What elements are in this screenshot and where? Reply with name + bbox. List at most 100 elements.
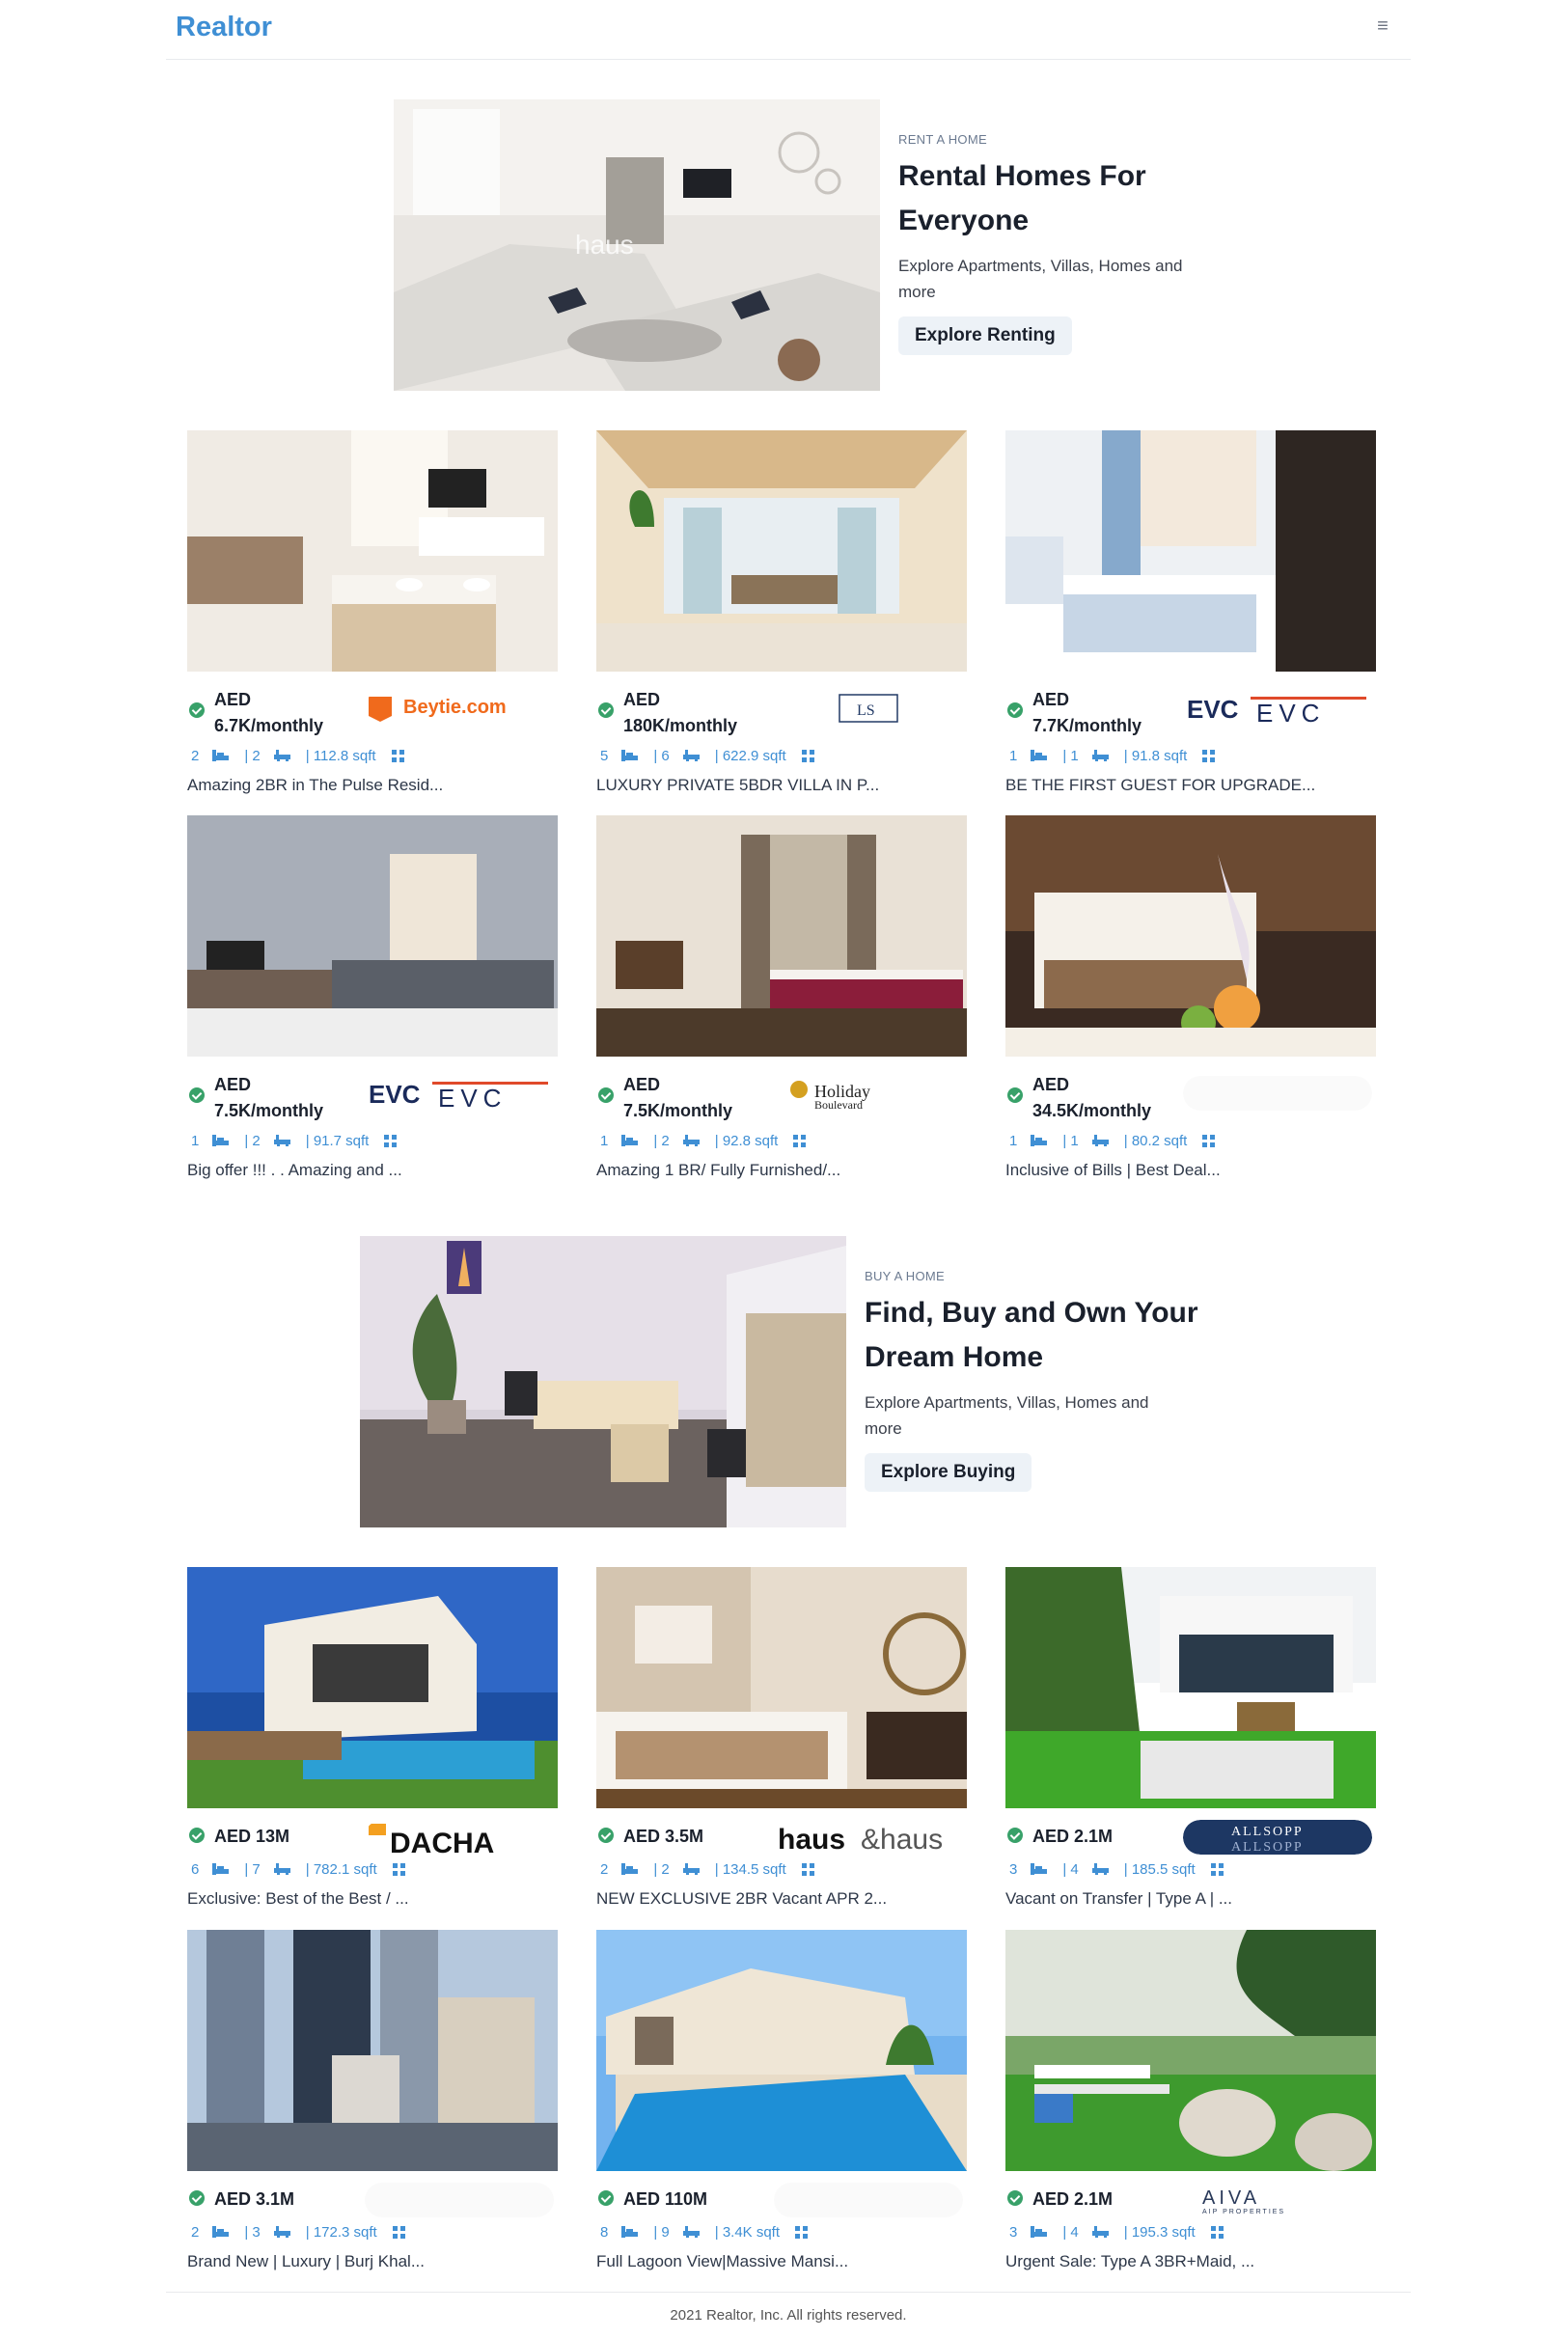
listing-card[interactable]: AED 2.1M ALLSOPP ALLSOPP 3 | 4 | 185.5 sqft Va… bbox=[1005, 1567, 1376, 1916]
listing-title[interactable]: Brand New | Luxury | Burj Khal... bbox=[187, 2252, 425, 2271]
listing-card[interactable]: AED 110M 8 | 9 | 3.4K sqft Full Lagoon View|… bbox=[596, 1930, 967, 2279]
logo[interactable]: Realtor bbox=[176, 12, 272, 43]
listing-card[interactable]: AED 3.1M 2 | 3 | 172.3 sqft Brand New | Luxu… bbox=[187, 1930, 558, 2279]
svg-text:haus: haus bbox=[778, 1824, 845, 1855]
listing-card[interactable]: AED 180K/monthly LS 5 | 6 | 622.9 sqft LUXURY… bbox=[596, 430, 967, 803]
listing-image[interactable] bbox=[596, 1930, 967, 2171]
svg-text:Boulevard: Boulevard bbox=[814, 1098, 863, 1111]
listing-card[interactable]: AED 7.5K/monthly EVC EVC 1 | 2 | 91.7 sqft Big… bbox=[187, 815, 558, 1188]
listing-image[interactable] bbox=[1005, 1567, 1376, 1808]
verified-check-icon bbox=[1007, 2190, 1023, 2206]
listing-image[interactable] bbox=[187, 1930, 558, 2171]
listing-stats: 8 | 9 | 3.4K sqft bbox=[596, 2223, 809, 2241]
listing-title[interactable]: LUXURY PRIVATE 5BDR VILLA IN P... bbox=[596, 776, 879, 795]
bath-icon bbox=[682, 750, 700, 762]
listing-image[interactable] bbox=[1005, 815, 1376, 1057]
listing-title[interactable]: Exclusive: Best of the Best / ... bbox=[187, 1889, 409, 1909]
area-size: | 622.9 sqft bbox=[714, 747, 786, 764]
listing-card[interactable]: AED 7.7K/monthly EVC EVC 1 | 1 | 91.8 sqft BE … bbox=[1005, 430, 1376, 803]
listing-image[interactable] bbox=[187, 430, 558, 672]
rooms-count: 1 bbox=[1009, 747, 1018, 764]
listing-image[interactable] bbox=[187, 1567, 558, 1808]
listing-title[interactable]: Urgent Sale: Type A 3BR+Maid, ... bbox=[1005, 2252, 1254, 2271]
listing-image[interactable] bbox=[1005, 430, 1376, 672]
listing-image[interactable] bbox=[1005, 1930, 1376, 2171]
listing-card[interactable]: AED 3.5M haus &haus 2 | 2 | 134.5 sqft NEW EXC… bbox=[596, 1567, 967, 1916]
listing-title[interactable]: Big offer !!! . . Amazing and ... bbox=[187, 1161, 402, 1180]
rent-banner-image: haus bbox=[394, 99, 880, 391]
grid-icon bbox=[391, 749, 404, 762]
area-size: | 92.8 sqft bbox=[714, 1132, 779, 1149]
listing-title[interactable]: BE THE FIRST GUEST FOR UPGRADE... bbox=[1005, 776, 1315, 795]
rooms-count: 1 bbox=[191, 1132, 200, 1149]
grid-icon bbox=[384, 1134, 398, 1147]
listing-card[interactable]: AED 2.1M AIVA AIP PROPERTIES 3 | 4 | 195.3 sq… bbox=[1005, 1930, 1376, 2279]
listing-card[interactable]: AED 7.5K/monthly Holiday Boulevard 1 | 2 | 92… bbox=[596, 815, 967, 1188]
agency-logo: ALLSOPP ALLSOPP bbox=[1183, 1820, 1372, 1855]
listing-stats: 5 | 6 | 622.9 sqft bbox=[596, 747, 814, 764]
verified-check-icon bbox=[598, 702, 614, 718]
listing-title[interactable]: Amazing 1 BR/ Fully Furnished/... bbox=[596, 1161, 840, 1180]
listing-stats: 1 | 2 | 91.7 sqft bbox=[187, 1132, 398, 1149]
listing-title[interactable]: Inclusive of Bills | Best Deal... bbox=[1005, 1161, 1221, 1180]
listing-price: AED 7.5K/monthly bbox=[214, 1075, 324, 1120]
baths-count: | 6 bbox=[653, 747, 670, 764]
rooms-count: 1 bbox=[1009, 1132, 1018, 1149]
rent-banner-text: RENT A HOME Rental Homes For Everyone Ex… bbox=[898, 132, 1207, 355]
listing-title[interactable]: Amazing 2BR in The Pulse Resid... bbox=[187, 776, 443, 795]
listing-image[interactable] bbox=[596, 430, 967, 672]
listing-stats: 1 | 1 | 91.8 sqft bbox=[1005, 747, 1216, 764]
agency-logo: Holiday Boulevard bbox=[774, 1076, 963, 1111]
buy-banner-desc: Explore Apartments, Villas, Homes and mo… bbox=[865, 1393, 1149, 1438]
rooms-count: 1 bbox=[600, 1132, 609, 1149]
bed-icon bbox=[621, 750, 639, 762]
svg-text:DACHA: DACHA bbox=[390, 1828, 494, 1855]
listing-card[interactable]: AED 6.7K/monthly Beytie.com 2 | 2 | 112.8 sq… bbox=[187, 430, 558, 803]
listing-title[interactable]: Full Lagoon View|Massive Mansi... bbox=[596, 2252, 848, 2271]
listing-image[interactable] bbox=[596, 815, 967, 1057]
area-size: | 172.3 sqft bbox=[305, 2223, 377, 2241]
verified-check-icon bbox=[189, 702, 205, 718]
area-size: | 91.8 sqft bbox=[1123, 747, 1188, 764]
agency-logo: haus &haus bbox=[774, 1820, 963, 1855]
bath-icon bbox=[273, 750, 290, 762]
verified-check-icon bbox=[598, 1828, 614, 1843]
agency-logo: LS bbox=[774, 691, 963, 726]
grid-icon bbox=[801, 1862, 814, 1876]
explore-buying-button[interactable]: Explore Buying bbox=[865, 1453, 1032, 1492]
agency-logo: AIVA AIP PROPERTIES bbox=[1183, 2183, 1372, 2217]
listing-price: AED 2.1M bbox=[1032, 2189, 1114, 2209]
bath-icon bbox=[273, 1135, 290, 1147]
explore-renting-button[interactable]: Explore Renting bbox=[898, 316, 1072, 355]
baths-count: | 4 bbox=[1062, 1860, 1079, 1878]
listing-card[interactable]: AED 13M DACHA 6 | 7 | 782.1 sqft Exclusive: B… bbox=[187, 1567, 558, 1916]
area-size: | 91.7 sqft bbox=[305, 1132, 370, 1149]
verified-check-icon bbox=[189, 1087, 205, 1103]
listing-image[interactable] bbox=[187, 815, 558, 1057]
rooms-count: 6 bbox=[191, 1860, 200, 1878]
bed-icon bbox=[1031, 1135, 1048, 1147]
area-size: | 195.3 sqft bbox=[1123, 2223, 1196, 2241]
listing-stats: 1 | 1 | 80.2 sqft bbox=[1005, 1132, 1216, 1149]
bed-icon bbox=[212, 1135, 230, 1147]
verified-check-icon bbox=[189, 2190, 205, 2206]
verified-check-icon bbox=[1007, 1828, 1023, 1843]
listing-image[interactable] bbox=[596, 1567, 967, 1808]
grid-icon bbox=[1202, 1134, 1216, 1147]
listing-card[interactable]: AED 34.5K/monthly 1 | 1 | 80.2 sqft Inclusiv… bbox=[1005, 815, 1376, 1188]
hamburger-icon[interactable]: ≡ bbox=[1372, 15, 1393, 37]
listing-title[interactable]: Vacant on Transfer | Type A | ... bbox=[1005, 1889, 1232, 1909]
bed-icon bbox=[212, 2226, 230, 2239]
svg-text:EVC: EVC bbox=[1256, 699, 1325, 726]
baths-count: | 1 bbox=[1062, 1132, 1079, 1149]
verified-check-icon bbox=[598, 2190, 614, 2206]
listing-title[interactable]: NEW EXCLUSIVE 2BR Vacant APR 2... bbox=[596, 1889, 887, 1909]
bath-icon bbox=[273, 2226, 290, 2239]
bath-icon bbox=[682, 1135, 700, 1147]
rooms-count: 2 bbox=[191, 2223, 200, 2241]
grid-icon bbox=[795, 2225, 809, 2239]
grid-icon bbox=[793, 1134, 807, 1147]
baths-count: | 1 bbox=[1062, 747, 1079, 764]
svg-text:&haus: &haus bbox=[861, 1824, 943, 1855]
agency-logo: DACHA bbox=[365, 1820, 554, 1855]
